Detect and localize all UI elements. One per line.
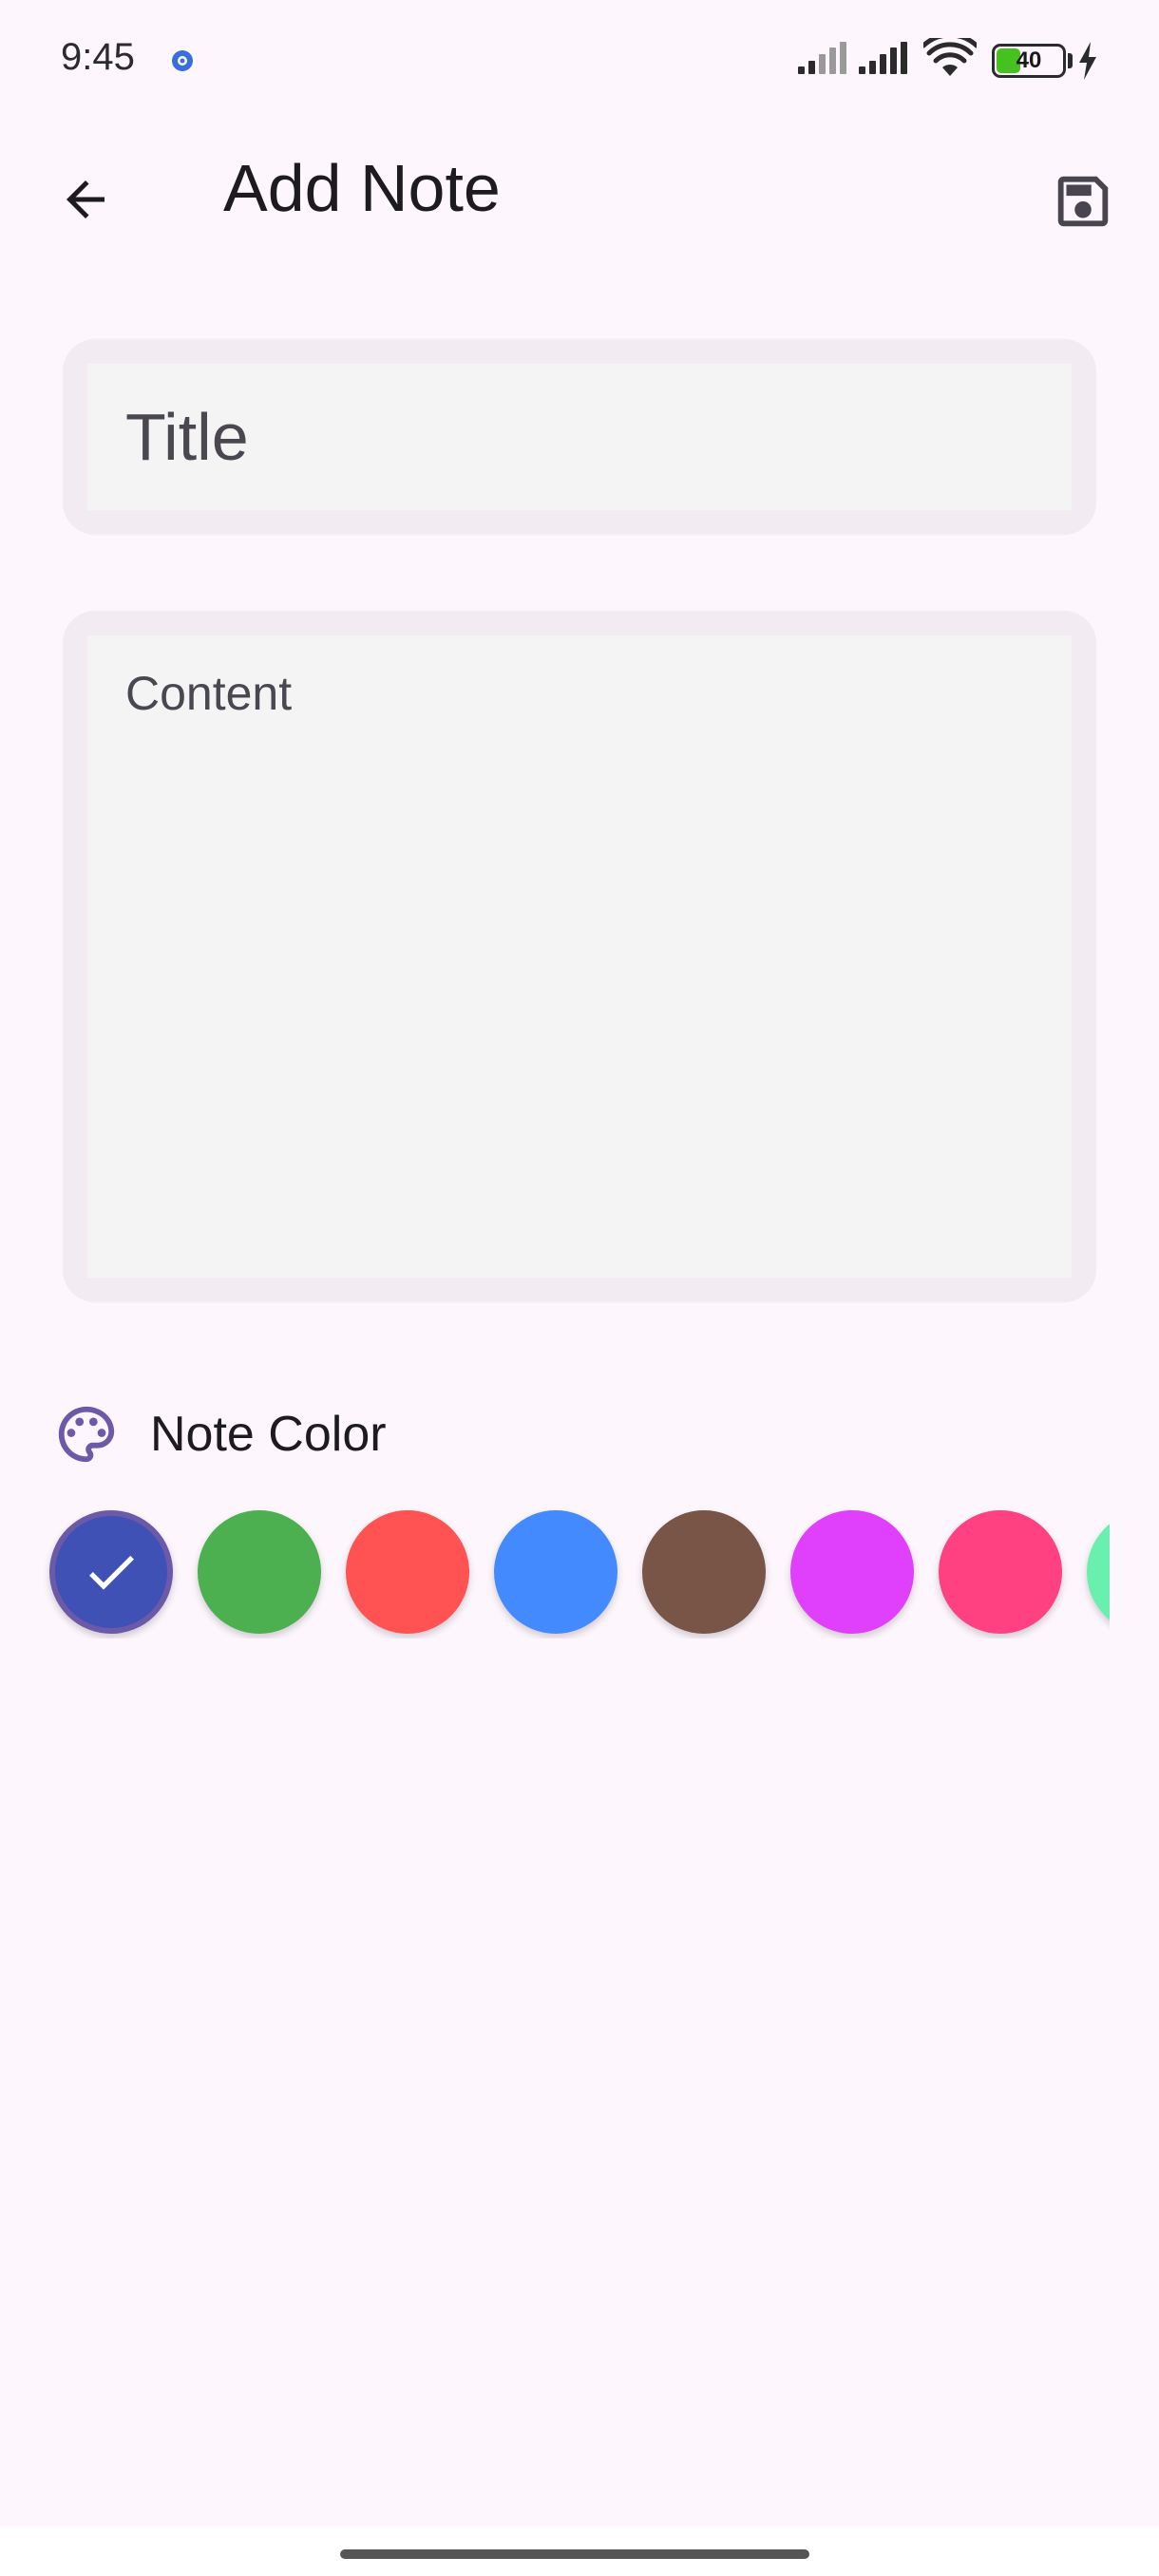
page-title: Add Note [223, 151, 501, 225]
arrow-back-icon [66, 180, 104, 218]
save-button[interactable] [1037, 156, 1129, 247]
color-swatch-blue[interactable] [494, 1510, 618, 1634]
color-swatch-row [0, 1506, 1110, 1638]
color-swatch-purple[interactable] [790, 1510, 914, 1634]
color-swatch-red[interactable] [346, 1510, 469, 1634]
color-swatch-mint[interactable] [1087, 1510, 1110, 1634]
app-notification-icon [172, 50, 193, 71]
battery-cap [1068, 53, 1073, 68]
color-swatch-pink[interactable] [939, 1510, 1062, 1634]
app-bar: Add Note [0, 123, 1159, 256]
navigation-bar [0, 2527, 1159, 2576]
color-swatch-brown[interactable] [642, 1510, 766, 1634]
color-swatch-indigo[interactable] [49, 1510, 173, 1634]
battery-level: 40 [1016, 47, 1042, 73]
wifi-icon [923, 38, 977, 76]
palette-icon [58, 1406, 115, 1463]
content-field [63, 611, 1096, 1302]
signal-sim2-icon [859, 42, 907, 74]
color-swatch-green[interactable] [198, 1510, 321, 1634]
note-color-label: Note Color [150, 1407, 387, 1462]
status-time: 9:45 [61, 36, 135, 78]
charging-bolt-icon [1079, 42, 1096, 80]
status-bar: 9:45 40 [0, 0, 1159, 123]
note-color-header: Note Color [53, 1396, 387, 1472]
back-button[interactable] [38, 152, 133, 247]
title-field [63, 339, 1096, 535]
title-input[interactable] [87, 364, 1072, 510]
check-icon [89, 1555, 134, 1590]
battery-icon: 40 [992, 44, 1066, 78]
content-input[interactable] [87, 635, 1072, 1278]
home-gesture-handle[interactable] [340, 2549, 809, 2559]
signal-sim1-icon [798, 42, 846, 74]
save-icon [1057, 176, 1109, 227]
